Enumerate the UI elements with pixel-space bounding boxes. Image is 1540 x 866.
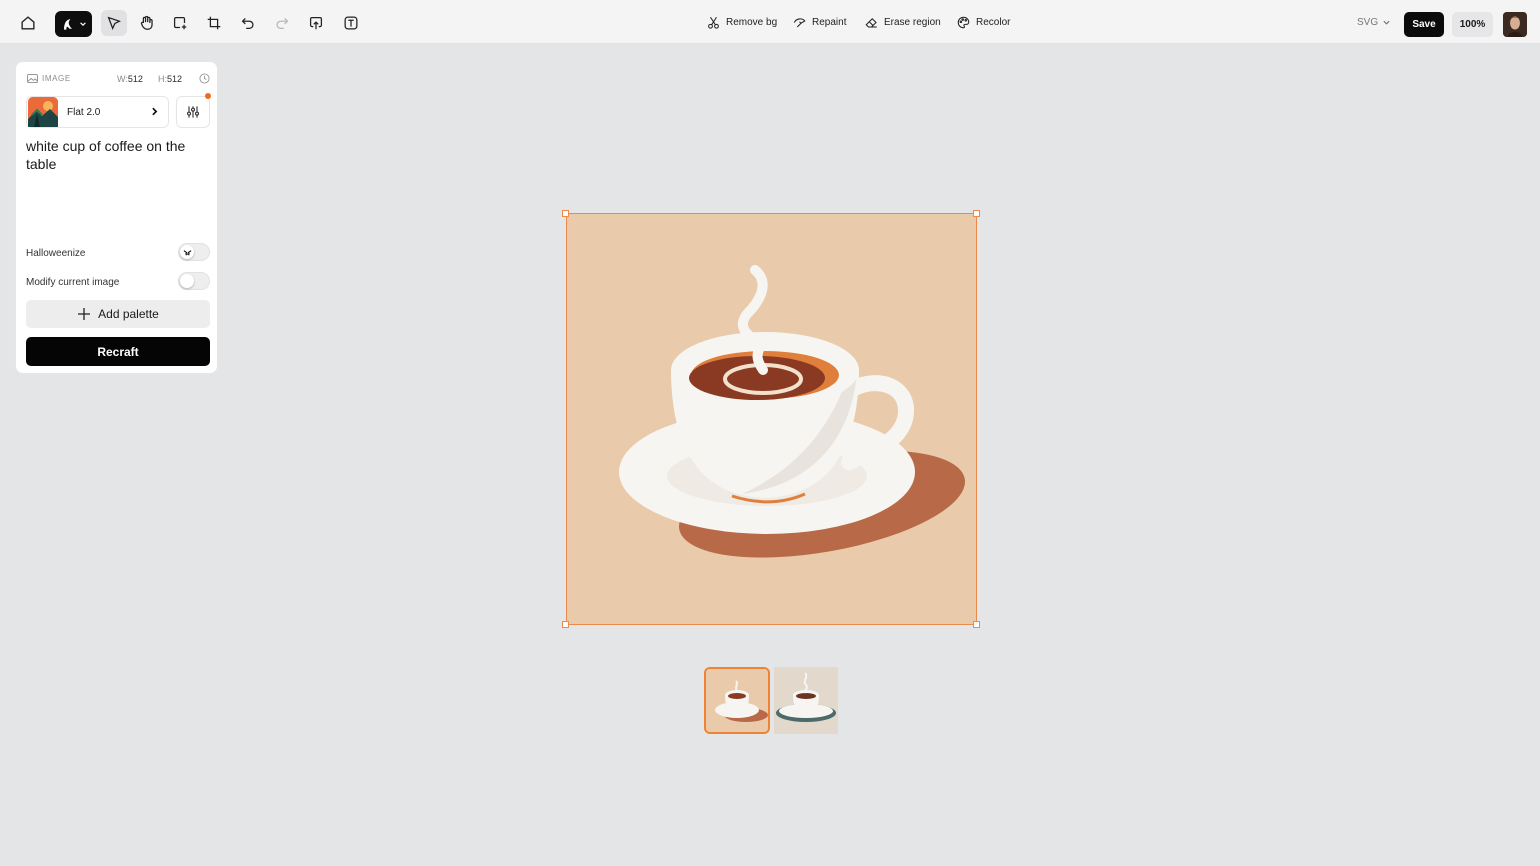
add-palette-button[interactable]: Add palette [26, 300, 210, 328]
logo-menu-button[interactable] [55, 11, 92, 37]
undo-icon [241, 18, 254, 30]
upload-icon [309, 16, 323, 30]
avatar-portrait [1503, 12, 1527, 37]
remove-bg-button[interactable]: Remove bg [706, 15, 777, 30]
notification-dot [205, 93, 211, 99]
redo-button[interactable] [269, 10, 295, 36]
recolor-button[interactable]: Recolor [956, 15, 1010, 30]
image-settings-panel: IMAGE W:512 H:512 Flat 2.0 white cup of … [15, 61, 218, 374]
pumpkin-icon [183, 249, 191, 256]
erase-region-label: Erase region [884, 17, 941, 28]
plus-icon [78, 308, 91, 320]
repaint-label: Repaint [812, 17, 847, 28]
resize-handle-top-right[interactable] [973, 210, 980, 217]
recraft-logo-icon [64, 19, 72, 30]
erase-region-button[interactable]: Erase region [864, 15, 941, 30]
palette-icon [957, 16, 970, 29]
cursor-icon [107, 16, 122, 31]
upload-button[interactable] [303, 10, 329, 36]
width-label: W: [117, 73, 128, 84]
crop-icon [207, 16, 221, 30]
coffee-cup-image [619, 265, 966, 558]
select-tool[interactable] [101, 10, 127, 36]
halloweenize-toggle[interactable] [178, 243, 210, 261]
style-name: Flat 2.0 [67, 106, 101, 118]
prompt-input[interactable]: white cup of coffee on the table [26, 137, 212, 173]
width-value: 512 [127, 73, 143, 84]
resize-handle-top-left[interactable] [562, 210, 569, 217]
home-button[interactable] [15, 10, 41, 36]
height-label: H: [158, 73, 167, 84]
redo-icon [276, 18, 289, 30]
add-palette-label: Add palette [98, 307, 159, 321]
canvas-artboard[interactable] [566, 213, 977, 625]
height-display: H:512 [158, 74, 182, 84]
toggle-knob [180, 245, 194, 259]
variant-thumbnails [704, 667, 838, 734]
style-preview-image [28, 97, 58, 127]
export-format-value: SVG [1357, 17, 1379, 28]
style-thumbnail [28, 97, 58, 127]
text-tool[interactable] [338, 10, 364, 36]
frame-add-tool[interactable] [167, 10, 193, 36]
chevron-down-icon [1383, 20, 1390, 25]
repaint-icon [793, 18, 806, 28]
style-settings-button[interactable] [176, 96, 210, 128]
recraft-button[interactable]: Recraft [26, 337, 210, 366]
resize-handle-bottom-right[interactable] [973, 621, 980, 628]
canvas-bottom-area [0, 738, 1540, 866]
recolor-label: Recolor [976, 17, 1011, 28]
variant-thumbnail-1[interactable] [704, 667, 770, 734]
modify-image-label: Modify current image [26, 277, 120, 288]
scissors-icon [708, 16, 719, 29]
chevron-right-icon [152, 107, 158, 116]
chevron-down-icon [80, 22, 86, 27]
modify-image-toggle[interactable] [178, 272, 210, 290]
save-button[interactable]: Save [1404, 12, 1444, 37]
image-icon [27, 74, 38, 83]
remove-bg-label: Remove bg [726, 17, 778, 28]
avatar[interactable] [1503, 12, 1527, 37]
zoom-level-button[interactable]: 100% [1452, 12, 1493, 37]
top-toolbar: Remove bg Repaint Erase region Recolor S… [0, 0, 1540, 44]
width-display: W:512 [117, 74, 143, 84]
modify-image-row: Modify current image [26, 272, 210, 290]
halloweenize-row: Halloweenize [26, 243, 210, 261]
halloweenize-label: Halloweenize [26, 248, 86, 259]
variant-1-image [706, 669, 768, 732]
undo-button[interactable] [235, 10, 261, 36]
panel-header: IMAGE W:512 H:512 [27, 73, 210, 84]
hand-tool[interactable] [134, 10, 160, 36]
eraser-icon [865, 18, 877, 28]
hand-icon [140, 15, 153, 30]
history-icon[interactable] [199, 73, 210, 84]
repaint-button[interactable]: Repaint [792, 15, 846, 30]
resize-handle-bottom-left[interactable] [562, 621, 569, 628]
sliders-icon [187, 106, 199, 118]
frame-add-icon [173, 16, 187, 30]
crop-tool[interactable] [201, 10, 227, 36]
panel-type-label: IMAGE [42, 74, 71, 83]
home-icon [21, 16, 35, 30]
style-selector[interactable]: Flat 2.0 [26, 96, 169, 128]
toggle-knob [180, 274, 194, 288]
height-value: 512 [167, 73, 183, 84]
text-icon [344, 16, 358, 30]
export-format-dropdown[interactable]: SVG [1357, 17, 1391, 28]
variant-2-image [774, 667, 838, 734]
variant-thumbnail-2[interactable] [774, 667, 838, 734]
